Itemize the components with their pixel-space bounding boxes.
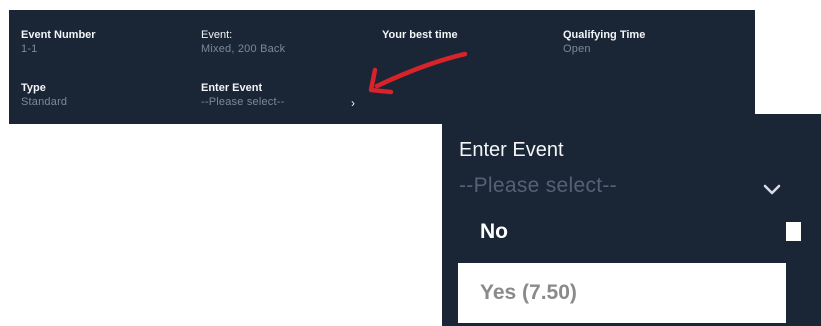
zoomed-enter-event-dropdown: Enter Event --Please select-- No Yes (7.… (442, 114, 821, 326)
best-time-field: Your best time (382, 28, 458, 42)
zoomed-enter-event-label: Enter Event (459, 139, 564, 161)
event-number-value: 1-1 (21, 43, 38, 55)
red-arrow-annotation (368, 51, 468, 95)
option-yes[interactable]: Yes (7.50) (458, 263, 786, 323)
type-field: Type Standard (21, 81, 67, 110)
chevron-down-icon[interactable]: › (346, 96, 360, 110)
enter-event-select[interactable]: Enter Event --Please select-- (201, 81, 361, 110)
type-label: Type (21, 82, 46, 94)
type-value: Standard (21, 96, 68, 108)
enter-event-label: Enter Event (201, 82, 263, 94)
event-value: Mixed, 200 Back (201, 43, 286, 55)
chevron-down-icon[interactable] (760, 180, 784, 198)
qualifying-time-field: Qualifying Time Open (563, 28, 645, 57)
enter-event-placeholder[interactable]: --Please select-- (201, 95, 361, 110)
event-number-label: Event Number (21, 29, 96, 41)
event-details-panel: Event Number 1-1 Event: Mixed, 200 Back … (9, 10, 755, 124)
dropdown-options-list: No Yes (7.50) (458, 201, 801, 326)
option-no[interactable]: No (458, 201, 786, 263)
event-field: Event: Mixed, 200 Back (201, 28, 285, 57)
zoomed-select-placeholder[interactable]: --Please select-- (459, 172, 617, 200)
event-number-field: Event Number 1-1 (21, 28, 96, 57)
option-divider (786, 222, 801, 241)
qualifying-time-label: Qualifying Time (563, 29, 646, 41)
best-time-label: Your best time (382, 29, 458, 41)
qualifying-time-value: Open (563, 43, 591, 55)
event-label: Event: (201, 29, 233, 41)
zoomed-enter-event-select[interactable]: --Please select-- (459, 172, 789, 202)
page: Event Number 1-1 Event: Mixed, 200 Back … (0, 0, 821, 326)
